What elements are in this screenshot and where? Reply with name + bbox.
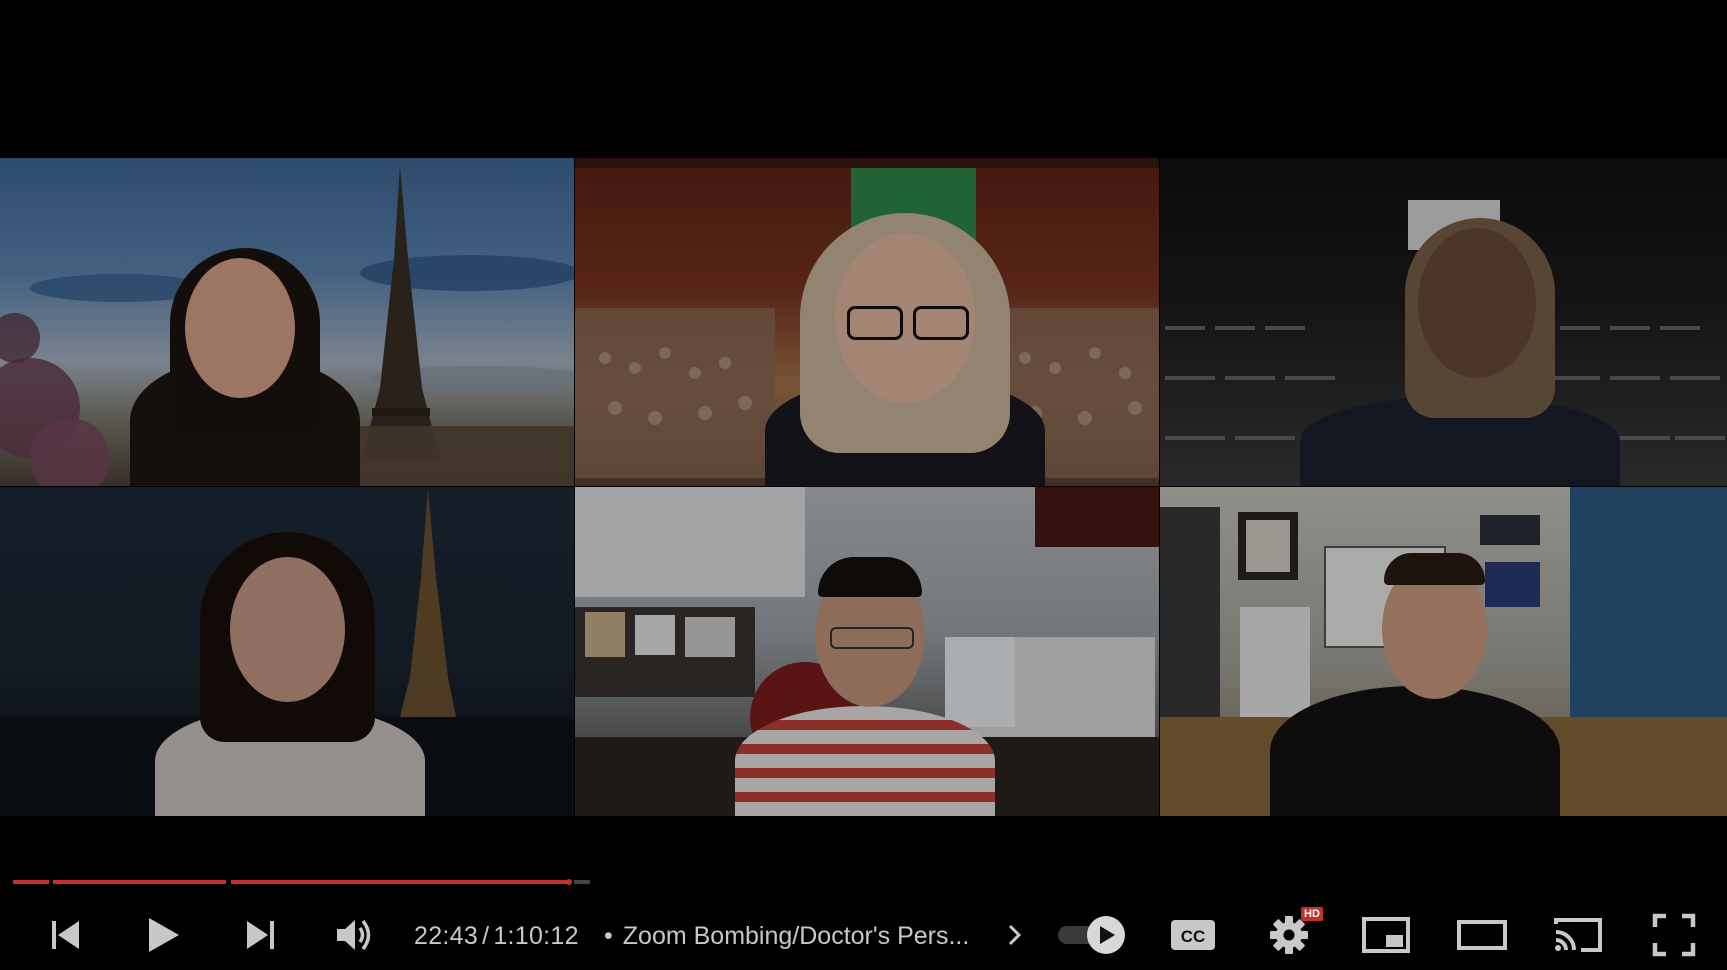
chapter-bullet: •: [604, 922, 613, 950]
autoplay-toggle[interactable]: [1056, 912, 1128, 958]
theater-mode-icon: [1457, 920, 1507, 950]
next-button[interactable]: [238, 912, 284, 958]
chapter-segment: [231, 880, 569, 884]
chevron-right-icon: [1008, 924, 1022, 946]
paused-overlay: [0, 158, 1727, 816]
cast-icon: [1554, 918, 1602, 952]
hd-badge: HD: [1301, 907, 1323, 921]
video-player[interactable]: 22:43/1:10:12 • Zoom Bombing/Doctor's Per…: [0, 0, 1727, 970]
theater-mode-button[interactable]: [1456, 912, 1508, 958]
chapter-segment: [53, 880, 226, 884]
svg-text:CC: CC: [1181, 927, 1206, 946]
cc-icon: CC: [1171, 920, 1215, 950]
play-button[interactable]: [140, 912, 186, 958]
chapter-title: Zoom Bombing/Doctor's Pers...: [622, 922, 970, 950]
previous-button[interactable]: [42, 912, 88, 958]
video-frame: [0, 158, 1727, 816]
progress-bar[interactable]: [13, 879, 590, 885]
control-bar: 22:43/1:10:12 • Zoom Bombing/Doctor's Per…: [0, 900, 1727, 970]
chapter-segment-unplayed: [574, 880, 590, 884]
skip-next-icon: [247, 921, 274, 949]
skip-previous-icon: [52, 921, 79, 949]
fullscreen-icon: [1652, 913, 1696, 957]
current-time: 22:43: [414, 922, 479, 950]
miniplayer-button[interactable]: [1360, 912, 1412, 958]
miniplayer-icon: [1362, 917, 1410, 953]
play-icon: [149, 918, 179, 952]
time-separator: /: [482, 922, 490, 950]
total-duration: 1:10:12: [493, 922, 579, 950]
cast-button[interactable]: [1552, 912, 1604, 958]
autoplay-toggle-icon: [1058, 916, 1125, 954]
captions-button[interactable]: CC: [1168, 912, 1218, 958]
time-display: 22:43/1:10:12: [414, 922, 579, 951]
fullscreen-button[interactable]: [1648, 912, 1700, 958]
chapter-next-button[interactable]: [1000, 912, 1030, 958]
scrubber-handle[interactable]: [566, 879, 572, 885]
volume-icon: [337, 919, 371, 951]
chapter-title-button[interactable]: • Zoom Bombing/Doctor's Pers...: [604, 922, 984, 951]
volume-button[interactable]: [331, 912, 379, 958]
chapter-segment: [13, 880, 49, 884]
